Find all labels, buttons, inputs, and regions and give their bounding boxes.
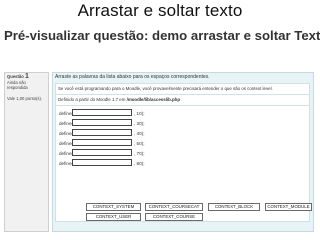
question-label: Questão (7, 74, 24, 79)
choice-context-coursecat[interactable]: CONTEXT_COURSECAT (145, 203, 203, 211)
choice-context-user[interactable]: CONTEXT_USER (86, 213, 141, 221)
define-value: , 80); (134, 161, 145, 166)
define-keyword: define( (59, 111, 74, 116)
defined-line: Definido a partir do Moodle 1.7 em /mood… (58, 97, 180, 102)
defined-prefix: Definido a partir do Moodle 1.7 em (58, 97, 126, 102)
drop-zone[interactable] (72, 119, 132, 126)
question-prompt: Arraste as palavras da lista abaixo para… (55, 74, 210, 80)
defined-file: /moodle/lib/accesslib.php (126, 97, 181, 102)
question-intro: Se você está programando para o Moodle, … (58, 86, 273, 91)
define-value: , 40); (134, 131, 145, 136)
drop-zone[interactable] (72, 129, 132, 136)
define-keyword: define( (59, 161, 74, 166)
define-value: , 50); (134, 141, 145, 146)
define-keyword: define( (59, 141, 74, 146)
slide-title: Arrastar e soltar texto (77, 1, 243, 20)
question-text-box: Se você está programando para o Moodle, … (55, 83, 312, 222)
question-info-panel: Questão 1 Ainda não respondida Vale 1,00… (4, 72, 49, 232)
page-title: Pré-visualizar questão: demo arrastar e … (4, 28, 320, 43)
drop-zone[interactable] (72, 159, 132, 166)
drop-zone[interactable] (72, 109, 132, 116)
choice-context-block[interactable]: CONTEXT_BLOCK (208, 203, 260, 211)
question-number-value: 1 (24, 73, 29, 80)
choice-context-module[interactable]: CONTEXT_MODULE (265, 203, 312, 211)
define-value: , 70); (134, 151, 145, 156)
define-value: , 30); (134, 121, 145, 126)
define-keyword: define( (59, 151, 74, 156)
define-keyword: define( (59, 131, 74, 136)
define-value: , 10); (134, 111, 145, 116)
define-keyword: define( (59, 121, 74, 126)
question-score: Vale 1,00 ponto(s). (7, 95, 43, 101)
choice-context-system[interactable]: CONTEXT_SYSTEM (86, 203, 141, 211)
choice-context-course[interactable]: CONTEXT_COURSE (145, 213, 203, 221)
drop-zone[interactable] (72, 149, 132, 156)
question-content: Arraste as palavras da lista abaixo para… (52, 72, 314, 232)
drop-zone[interactable] (72, 139, 132, 146)
